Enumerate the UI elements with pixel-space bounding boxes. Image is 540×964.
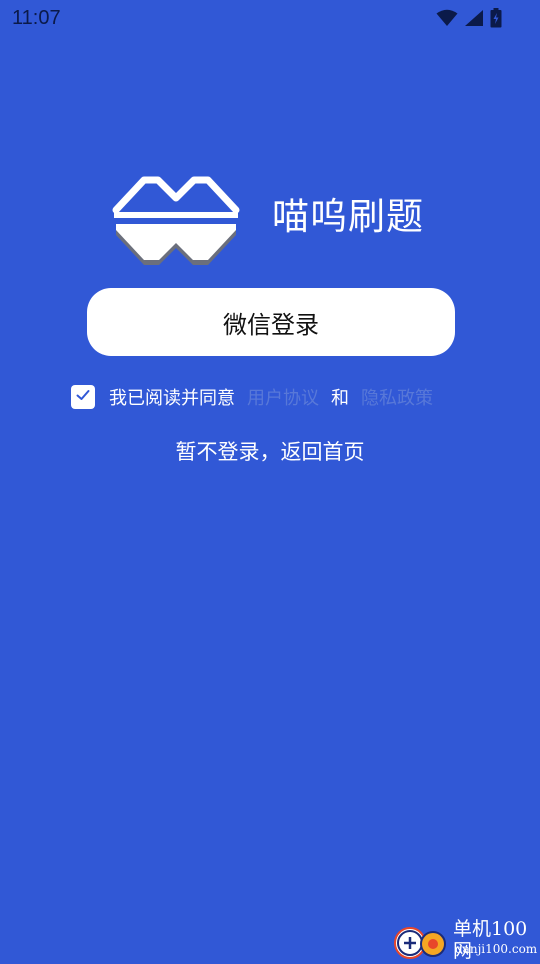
user-agreement-link[interactable]: 用户协议 (247, 384, 319, 410)
watermark-url: danji100.com (455, 942, 538, 956)
status-time: 11:07 (12, 7, 61, 29)
skip-login-link[interactable]: 暂不登录，返回首页 (0, 436, 540, 468)
status-bar: 11:07 (0, 0, 540, 36)
wifi-icon (436, 9, 458, 27)
mountain-logo-icon (108, 168, 244, 268)
agreement-row: 我已阅读并同意 用户协议 和 隐私政策 (71, 382, 433, 412)
agreement-prefix: 我已阅读并同意 (109, 388, 235, 409)
status-icons (436, 7, 502, 29)
privacy-policy-link[interactable]: 隐私政策 (361, 384, 433, 410)
watermark: 单机100网 danji100.com (392, 918, 538, 962)
checkmark-icon (75, 387, 91, 408)
agreement-and: 和 (331, 388, 349, 409)
agreement-checkbox[interactable] (71, 385, 95, 409)
battery-charging-icon (490, 8, 502, 28)
danji-logo-icon (392, 922, 448, 960)
wechat-login-button[interactable]: 微信登录 (87, 288, 455, 356)
app-name: 喵呜刷题 (272, 195, 424, 238)
cellular-signal-icon (464, 9, 484, 27)
